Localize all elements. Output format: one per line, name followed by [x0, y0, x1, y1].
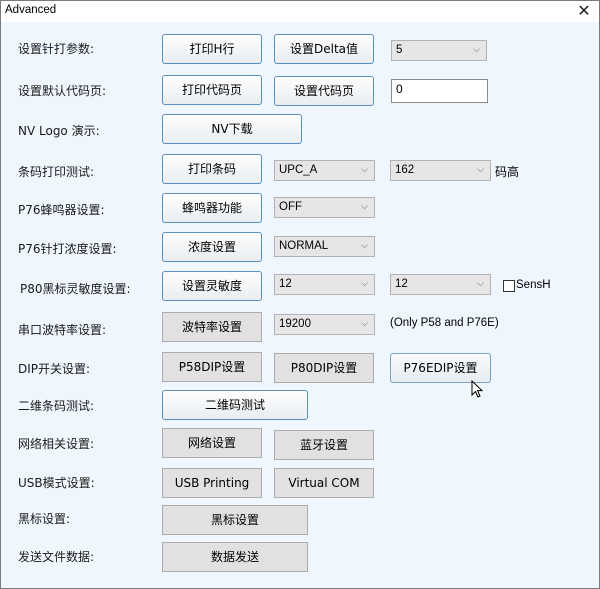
blackmark-setting-button[interactable]: 黑标设置	[162, 505, 308, 535]
chevron-down-icon: ⌵	[361, 241, 368, 251]
p80dip-button[interactable]: P80DIP设置	[274, 353, 374, 383]
label-sendfile: 发送文件数据:	[18, 550, 95, 564]
barcode-type-select[interactable]: UPC_A ⌵	[274, 160, 375, 181]
density-value: NORMAL	[279, 240, 329, 252]
chevron-down-icon: ⌵	[473, 45, 480, 55]
print-codepage-button[interactable]: 打印代码页	[162, 75, 262, 105]
mouse-cursor-icon	[471, 380, 484, 398]
title-bar: Advanced ✕	[1, 1, 599, 22]
density-select[interactable]: NORMAL ⌵	[274, 236, 375, 257]
set-codepage-button[interactable]: 设置代码页	[274, 76, 374, 106]
sensh-label: SensH	[516, 279, 551, 291]
barcode-type-value: UPC_A	[279, 164, 318, 176]
set-delta-button[interactable]: 设置Delta值	[274, 34, 374, 64]
nv-download-button[interactable]: NV下载	[162, 114, 302, 144]
send-data-button[interactable]: 数据发送	[162, 542, 308, 572]
label-sensitivity: P80黑标灵敏度设置:	[20, 282, 131, 296]
label-dip: DIP开关设置:	[18, 362, 91, 376]
chevron-down-icon: ⌵	[477, 279, 484, 289]
label-network: 网络相关设置:	[18, 437, 95, 451]
baud-value: 19200	[279, 318, 311, 330]
barcode-height-label: 码高	[495, 165, 520, 179]
sensitivity-select-1[interactable]: 12 ⌵	[274, 274, 375, 295]
usb-printing-button[interactable]: USB Printing	[162, 468, 262, 498]
close-icon[interactable]: ✕	[575, 2, 593, 20]
label-pin-params: 设置针打参数:	[18, 42, 95, 56]
label-barcode: 条码打印测试:	[18, 165, 95, 179]
baud-select[interactable]: 19200 ⌵	[274, 314, 375, 335]
window-title: Advanced	[5, 4, 57, 16]
density-setting-button[interactable]: 浓度设置	[162, 232, 262, 262]
sensitivity-value-2: 12	[395, 278, 408, 290]
label-buzzer: P76蜂鸣器设置:	[18, 203, 105, 217]
codepage-input[interactable]: 0	[391, 79, 488, 103]
network-setting-button[interactable]: 网络设置	[162, 428, 262, 458]
chevron-down-icon: ⌵	[361, 202, 368, 212]
buzzer-value: OFF	[279, 201, 302, 213]
qrcode-test-button[interactable]: 二维码测试	[162, 390, 308, 420]
delta-select[interactable]: 5 ⌵	[391, 40, 487, 61]
set-sensitivity-button[interactable]: 设置灵敏度	[162, 271, 262, 301]
sensitivity-value-1: 12	[279, 278, 292, 290]
sensh-checkbox[interactable]	[503, 280, 515, 292]
chevron-down-icon: ⌵	[361, 319, 368, 329]
label-baud: 串口波特率设置:	[18, 323, 107, 337]
p76edip-button[interactable]: P76EDIP设置	[390, 353, 491, 383]
delta-select-value: 5	[396, 44, 403, 56]
sensitivity-select-2[interactable]: 12 ⌵	[390, 274, 491, 295]
advanced-dialog: Advanced ✕ 设置针打参数: 打印H行 设置Delta值 5 ⌵ 设置默认…	[0, 0, 600, 589]
barcode-height-select[interactable]: 162 ⌵	[390, 160, 491, 181]
chevron-down-icon: ⌵	[361, 165, 368, 175]
print-barcode-button[interactable]: 打印条码	[162, 154, 262, 184]
print-h-line-button[interactable]: 打印H行	[162, 34, 262, 64]
buzzer-select[interactable]: OFF ⌵	[274, 197, 375, 218]
baud-setting-button[interactable]: 波特率设置	[162, 312, 262, 342]
label-density: P76针打浓度设置:	[18, 242, 117, 256]
virtual-com-button[interactable]: Virtual COM	[274, 468, 374, 498]
label-nv-logo: NV Logo 演示:	[18, 124, 100, 138]
chevron-down-icon: ⌵	[477, 165, 484, 175]
bluetooth-setting-button[interactable]: 蓝牙设置	[274, 430, 374, 460]
label-qrcode: 二维条码测试:	[18, 399, 95, 413]
barcode-height-value: 162	[395, 164, 415, 176]
label-blackmark: 黑标设置:	[18, 512, 71, 526]
buzzer-function-button[interactable]: 蜂鸣器功能	[162, 193, 262, 223]
label-codepage: 设置默认代码页:	[18, 84, 107, 98]
label-usb: USB模式设置:	[18, 476, 95, 490]
p58dip-button[interactable]: P58DIP设置	[162, 352, 262, 382]
chevron-down-icon: ⌵	[361, 279, 368, 289]
baud-note: (Only P58 and P76E)	[390, 317, 499, 329]
